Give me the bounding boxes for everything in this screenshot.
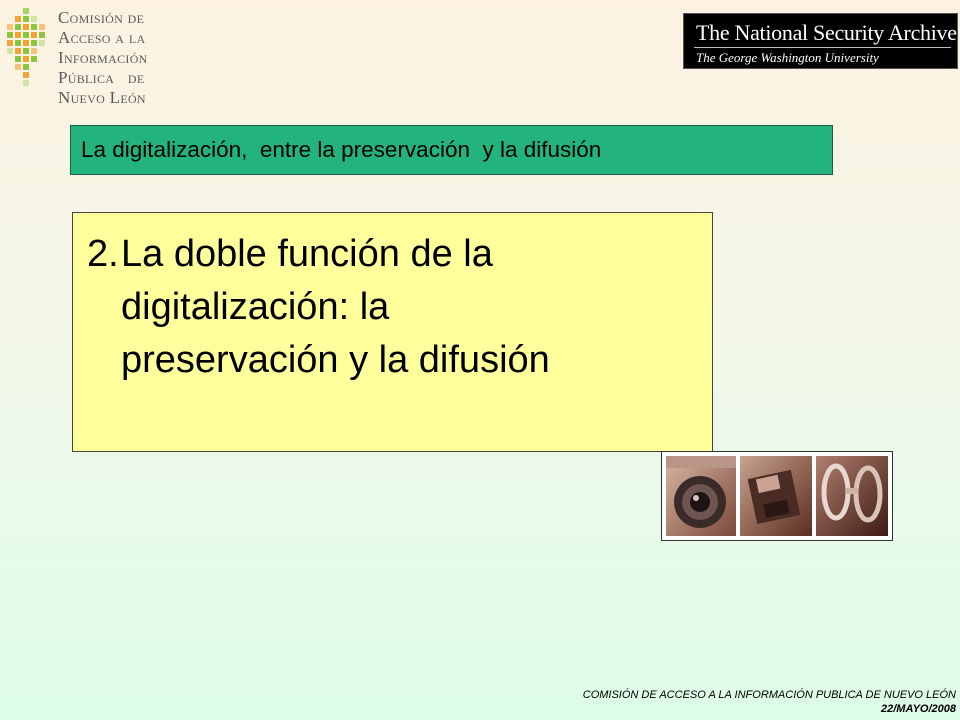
footer-date: 22/MAYO/2008 [880, 703, 956, 715]
camera-floppy-handcuffs-icon [662, 452, 892, 540]
nsa-title: The National Security Archive [696, 20, 957, 45]
heading-number: 2. [87, 233, 119, 275]
logo-line: Información [58, 48, 148, 67]
heading-line: 2.La doble función de la [87, 228, 707, 281]
logo-text: Comisión de Acceso a la Información Públ… [58, 8, 148, 108]
slide-footer: COMISIÓN DE ACCESO A LA INFORMACIÓN PUBL… [583, 688, 956, 716]
nsa-banner: The National Security Archive The George… [683, 13, 958, 69]
logo-line: Nuevo León [58, 88, 146, 107]
slide-heading: 2.La doble función de la digitalización:… [87, 228, 707, 387]
slide-subtitle: La digitalización, entre la preservación… [70, 125, 833, 175]
heading-line: digitalización: la [121, 286, 390, 328]
logo-line: Pública de [58, 68, 145, 87]
archive-photo [661, 451, 893, 541]
footer-organization: COMISIÓN DE ACCESO A LA INFORMACIÓN PUBL… [582, 689, 956, 701]
heading-line: preservación y la difusión [121, 339, 550, 381]
commission-logo: Comisión de Acceso a la Información Públ… [6, 6, 166, 107]
nsa-subtitle: The George Washington University [696, 50, 879, 65]
nsa-divider [694, 47, 951, 48]
heading-line-text: La doble función de la [121, 233, 493, 275]
logo-grid-icon [7, 8, 45, 86]
main-content-box: 2.La doble función de la digitalización:… [72, 212, 713, 452]
logo-line: Acceso a la [58, 28, 146, 47]
logo-line: Comisión de [58, 8, 145, 27]
